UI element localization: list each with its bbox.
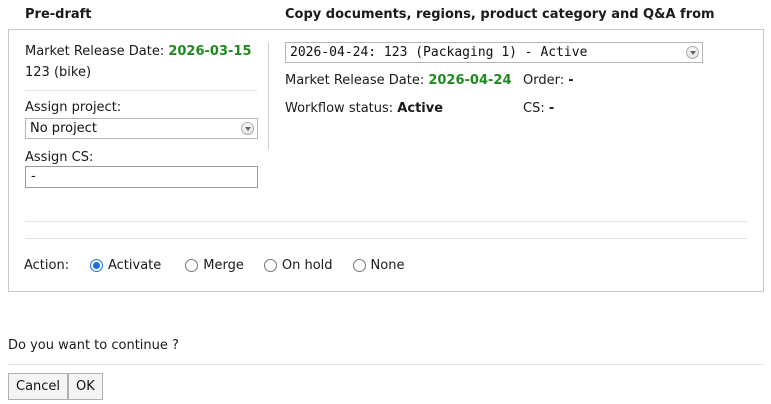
market-release-date: 2026-03-15 — [168, 44, 252, 59]
pre-draft-panel: Market Release Date: 2026-03-15 123 (bik… — [8, 29, 764, 292]
copy-source-select[interactable]: 2026-04-24: 123 (Packaging 1) - Active — [285, 42, 703, 63]
workflow-value: Active — [397, 101, 444, 116]
assign-project-select[interactable]: No project — [25, 118, 258, 139]
action-merge-radio[interactable] — [185, 259, 199, 272]
action-on-hold-option[interactable]: On hold — [263, 258, 333, 273]
order-label: Order: — [523, 73, 565, 88]
footer-divider — [8, 364, 764, 365]
action-divider-upper — [25, 221, 747, 222]
action-merge-label: Merge — [203, 258, 244, 273]
action-none-label: None — [370, 258, 405, 273]
confirm-question: Do you want to continue ? — [8, 338, 179, 353]
order-row: Order: - — [523, 73, 574, 88]
order-value: - — [568, 73, 574, 88]
cancel-button[interactable]: Cancel — [8, 373, 69, 400]
source-market-release-date: 2026-04-24 — [428, 73, 512, 88]
workflow-label: Workflow status: — [285, 101, 394, 116]
copy-source-value: 2026-04-24: 123 (Packaging 1) - Active — [290, 45, 588, 60]
source-market-release-label: Market Release Date: — [285, 73, 425, 88]
column-divider — [268, 42, 269, 150]
market-release-row: Market Release Date: 2026-03-15 — [25, 44, 252, 59]
action-on-hold-radio[interactable] — [263, 259, 277, 272]
copy-from-heading: Copy documents, regions, product categor… — [285, 7, 715, 22]
assign-cs-label: Assign CS: — [25, 150, 94, 165]
assign-project-value: No project — [30, 121, 97, 136]
action-label: Action: — [24, 258, 70, 273]
action-none-radio[interactable] — [352, 259, 366, 272]
cs-value: - — [548, 101, 555, 116]
chevron-down-icon — [241, 122, 254, 135]
assign-cs-input[interactable]: - — [25, 166, 258, 188]
action-on-hold-label: On hold — [281, 258, 333, 273]
left-divider — [25, 90, 257, 91]
product-name: 123 (bike) — [25, 65, 92, 80]
ok-button[interactable]: OK — [68, 373, 103, 400]
action-divider-lower — [25, 238, 747, 239]
action-none-option[interactable]: None — [352, 258, 405, 273]
source-market-release-row: Market Release Date: 2026-04-24 — [285, 73, 512, 88]
assign-cs-value: - — [31, 169, 36, 184]
cs-row: CS: - — [523, 101, 554, 116]
action-merge-option[interactable]: Merge — [185, 258, 244, 273]
assign-project-label: Assign project: — [25, 100, 122, 115]
action-activate-label: Activate — [108, 258, 162, 273]
action-activate-radio[interactable] — [90, 259, 103, 272]
pre-draft-heading: Pre-draft — [25, 7, 92, 22]
action-row: Action: Activate Merge On hold None — [24, 258, 416, 273]
workflow-row: Workflow status: Active — [285, 101, 443, 116]
chevron-down-icon — [686, 46, 699, 59]
market-release-label: Market Release Date: — [25, 44, 165, 59]
action-activate-option[interactable]: Activate — [90, 258, 161, 273]
cs-label: CS: — [523, 101, 545, 116]
